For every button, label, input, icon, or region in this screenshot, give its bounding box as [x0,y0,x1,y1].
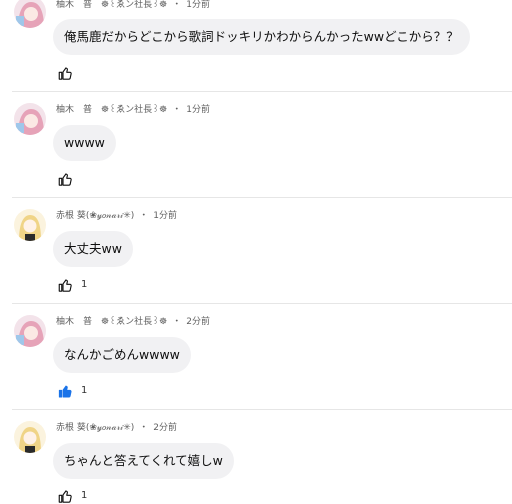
divider [12,91,512,92]
separator: ・ [139,423,149,433]
separator: ・ [172,105,182,115]
comment-bubble: wwww [53,125,116,161]
author-name[interactable]: 赤根 葵(❀𝓎𝑜𝓃𝒶𝓇𝒾✳︎) [56,211,134,221]
like-button[interactable]: 1 [58,277,87,293]
avatar[interactable] [14,103,46,135]
comment-meta: 赤根 葵(❀𝓎𝑜𝓃𝒶𝓇𝒾✳︎) ・ 2分前 [56,422,177,434]
divider [12,303,512,304]
comment-meta: 柚木 普 ☸꒰ゑン社長꒱☸ ・ 2分前 [56,316,210,328]
like-count: 1 [81,279,88,290]
like-button[interactable] [58,65,73,81]
divider [12,197,512,198]
like-button[interactable] [58,171,73,187]
thumbs-up-filled-icon [58,385,72,397]
comment-bubble: なんかごめんwwww [53,337,191,373]
author-name[interactable]: 柚木 普 ☸꒰ゑン社長꒱☸ [56,317,167,327]
comment-time[interactable]: 1分前 [186,0,210,10]
thumbs-up-icon [58,278,72,292]
thumbs-up-icon [58,66,72,80]
comment-bubble: 俺馬鹿だからどこから歌詞ドッキリかわからんかったwwどこから？？ [53,19,470,55]
separator: ・ [172,317,182,327]
avatar[interactable] [14,315,46,347]
like-count: 1 [81,490,88,501]
like-count: 1 [81,385,88,396]
avatar[interactable] [14,0,46,28]
separator: ・ [172,0,182,10]
separator: ・ [139,211,149,221]
comment-bubble: 大丈夫ww [53,231,133,267]
comment-meta: 赤根 葵(❀𝓎𝑜𝓃𝒶𝓇𝒾✳︎) ・ 1分前 [56,210,177,222]
avatar[interactable] [14,421,46,453]
divider [12,409,512,410]
author-name[interactable]: 赤根 葵(❀𝓎𝑜𝓃𝒶𝓇𝒾✳︎) [56,423,134,433]
author-name[interactable]: 柚木 普 ☸꒰ゑン社長꒱☸ [56,0,167,10]
comment-meta: 柚木 普 ☸꒰ゑン社長꒱☸ ・ 1分前 [56,0,210,11]
thumbs-up-icon [58,172,72,186]
comment-time[interactable]: 2分前 [186,317,210,327]
comment-time[interactable]: 1分前 [186,105,210,115]
like-button[interactable]: 1 [58,488,87,504]
comment-bubble: ちゃんと答えてくれて嬉しw [53,443,234,479]
comment-time[interactable]: 1分前 [153,211,177,221]
like-button[interactable]: 1 [58,383,87,399]
comment-time[interactable]: 2分前 [153,423,177,433]
thumbs-up-icon [58,489,72,503]
author-name[interactable]: 柚木 普 ☸꒰ゑン社長꒱☸ [56,105,167,115]
comment-meta: 柚木 普 ☸꒰ゑン社長꒱☸ ・ 1分前 [56,104,210,116]
avatar[interactable] [14,209,46,241]
